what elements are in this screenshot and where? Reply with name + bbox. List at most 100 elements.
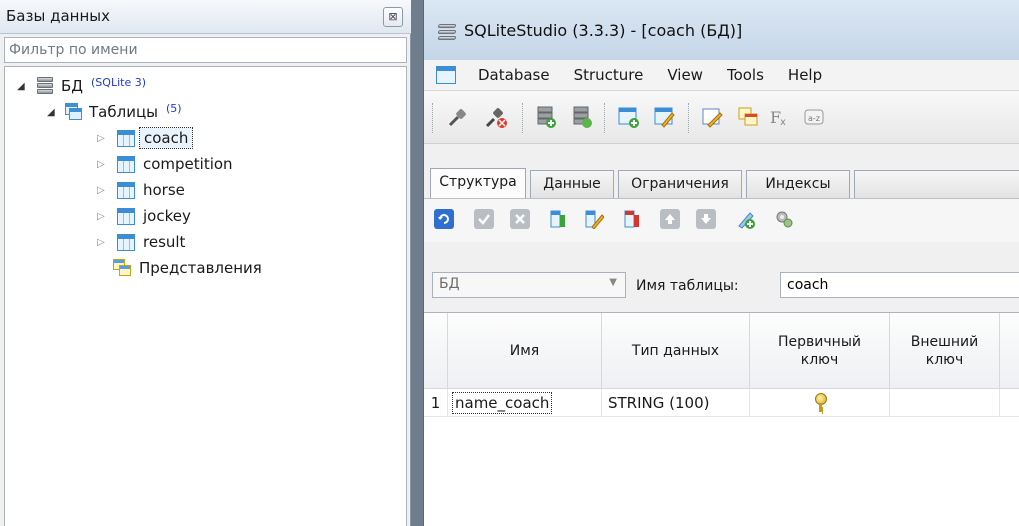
rollback-icon[interactable] <box>510 209 530 229</box>
svg-text:x: x <box>780 117 786 128</box>
databases-panel-header: Базы данных ⊠ <box>0 0 411 34</box>
row-number-header <box>424 313 448 389</box>
editor-window: SQLiteStudio (3.3.3) - [coach (БД)] Data… <box>423 0 1019 526</box>
tables-group-icon <box>65 103 83 121</box>
primary-key-cell[interactable] <box>750 389 890 417</box>
column-header-primary-key[interactable]: Первичный ключ <box>750 313 890 389</box>
disconnect-icon[interactable] <box>484 105 508 129</box>
column-header-more[interactable] <box>1000 313 1019 389</box>
column-name-cell[interactable]: name_coach <box>452 391 553 414</box>
menu-help[interactable]: Help <box>776 66 834 84</box>
table-name-bar: БД ▼ Имя таблицы: <box>424 270 1019 302</box>
chevron-down-icon: ▼ <box>609 277 617 288</box>
table-name-input[interactable] <box>780 272 1019 298</box>
collapsed-arrow-icon[interactable]: ▷ <box>97 133 111 144</box>
toolbar-separator <box>688 103 689 133</box>
extra-cell[interactable] <box>1000 389 1019 417</box>
table-window-icon[interactable] <box>436 66 456 84</box>
main-toolbar: Fx a-z <box>424 90 1019 144</box>
expanded-arrow-icon[interactable]: ◢ <box>17 81 31 92</box>
toolbar-separator <box>604 103 605 133</box>
connect-icon[interactable] <box>446 105 470 129</box>
foreign-key-cell[interactable] <box>890 389 1000 417</box>
table-name: horse <box>143 181 185 199</box>
collations-icon[interactable]: a-z <box>802 105 826 129</box>
row-number: 1 <box>424 389 448 417</box>
table-name-label: Имя таблицы: <box>636 278 739 294</box>
close-panel-icon[interactable]: ⊠ <box>383 7 403 27</box>
tab-indexes[interactable]: Индексы <box>746 170 850 198</box>
tab-more[interactable] <box>854 170 1019 198</box>
table-icon <box>117 155 135 173</box>
database-select[interactable]: БД ▼ <box>432 272 626 298</box>
collapsed-arrow-icon[interactable]: ▷ <box>97 237 111 248</box>
views-icon[interactable] <box>736 105 760 129</box>
menu-database[interactable]: Database <box>466 66 562 84</box>
toolbar-separator <box>522 103 523 133</box>
tree-item-tables-group[interactable]: ◢ Таблицы (5) <box>47 99 182 125</box>
menu-view[interactable]: View <box>655 66 715 84</box>
tree-item-table-result[interactable]: ▷ result <box>97 229 185 255</box>
window-titlebar[interactable]: SQLiteStudio (3.3.3) - [coach (БД)] <box>424 0 1019 60</box>
column-type-cell[interactable]: STRING (100) <box>602 389 750 417</box>
views-group-label: Представления <box>139 259 262 277</box>
refresh-icon[interactable] <box>434 209 454 229</box>
tab-data[interactable]: Данные <box>530 170 614 198</box>
database-tree: ◢ БД (SQLite 3) ◢ Таблицы (5) ▷ coach ▷ … <box>4 66 407 526</box>
structure-toolbar <box>424 198 1019 242</box>
commit-icon[interactable] <box>474 209 494 229</box>
database-driver-label: (SQLite 3) <box>91 75 146 89</box>
databases-panel-title: Базы данных <box>6 7 110 25</box>
collapsed-arrow-icon[interactable]: ▷ <box>97 211 111 222</box>
edit-database-icon[interactable] <box>570 105 594 129</box>
tree-item-table-competition[interactable]: ▷ competition <box>97 151 233 177</box>
collapsed-arrow-icon[interactable]: ▷ <box>97 159 111 170</box>
table-icon <box>117 207 135 225</box>
column-header-foreign-key[interactable]: Внешний ключ <box>890 313 1000 389</box>
databases-panel: Базы данных ⊠ ◢ БД (SQLite 3) ◢ Таблицы … <box>0 0 411 526</box>
tree-item-database[interactable]: ◢ БД (SQLite 3) <box>17 73 146 99</box>
menu-tools[interactable]: Tools <box>715 66 776 84</box>
table-icon <box>117 129 135 147</box>
tree-item-table-coach[interactable]: ▷ coach <box>97 125 194 151</box>
tab-constraints[interactable]: Ограничения <box>618 170 742 198</box>
new-table-icon[interactable] <box>616 105 640 129</box>
toolbar-separator <box>432 103 433 133</box>
tree-item-table-jockey[interactable]: ▷ jockey <box>97 203 191 229</box>
tree-item-table-horse[interactable]: ▷ horse <box>97 177 185 203</box>
menu-bar: Database Structure View Tools Help <box>424 60 1019 90</box>
tables-count-label: (5) <box>166 101 182 115</box>
sqlitestudio-app-icon <box>437 24 457 40</box>
menu-structure[interactable]: Structure <box>562 66 656 84</box>
settings-icon[interactable] <box>774 209 794 229</box>
database-name: БД <box>61 77 84 95</box>
move-down-icon[interactable] <box>696 209 716 229</box>
function-icon[interactable]: Fx <box>768 105 792 129</box>
delete-column-icon[interactable] <box>620 209 640 229</box>
window-title: SQLiteStudio (3.3.3) - [coach (БД)] <box>464 21 743 40</box>
views-group-icon <box>113 259 133 277</box>
table-name: jockey <box>143 207 191 225</box>
add-column-icon[interactable] <box>546 209 566 229</box>
table-row[interactable]: name_coach <box>448 389 602 417</box>
move-up-icon[interactable] <box>660 209 680 229</box>
tree-item-views-group[interactable]: Представления <box>113 255 262 281</box>
database-select-value: БД <box>439 276 460 292</box>
table-name: result <box>143 233 186 251</box>
table-icon <box>117 181 135 199</box>
column-header-type[interactable]: Тип данных <box>602 313 750 389</box>
tab-structure[interactable]: Структура <box>430 168 526 198</box>
new-view-icon[interactable] <box>700 105 724 129</box>
edit-column-icon[interactable] <box>584 209 605 230</box>
tables-group-label: Таблицы <box>89 103 158 121</box>
edit-table-icon[interactable] <box>652 105 676 129</box>
key-icon <box>814 392 827 413</box>
column-header-name[interactable]: Имя <box>448 313 602 389</box>
expanded-arrow-icon[interactable]: ◢ <box>47 107 61 118</box>
collapsed-arrow-icon[interactable]: ▷ <box>97 185 111 196</box>
add-database-icon[interactable] <box>534 105 558 129</box>
add-constraint-icon[interactable] <box>736 209 756 229</box>
filter-input[interactable] <box>4 37 407 63</box>
editor-tabs: Структура Данные Ограничения Индексы <box>424 168 1019 198</box>
svg-text:a-z: a-z <box>808 114 820 123</box>
